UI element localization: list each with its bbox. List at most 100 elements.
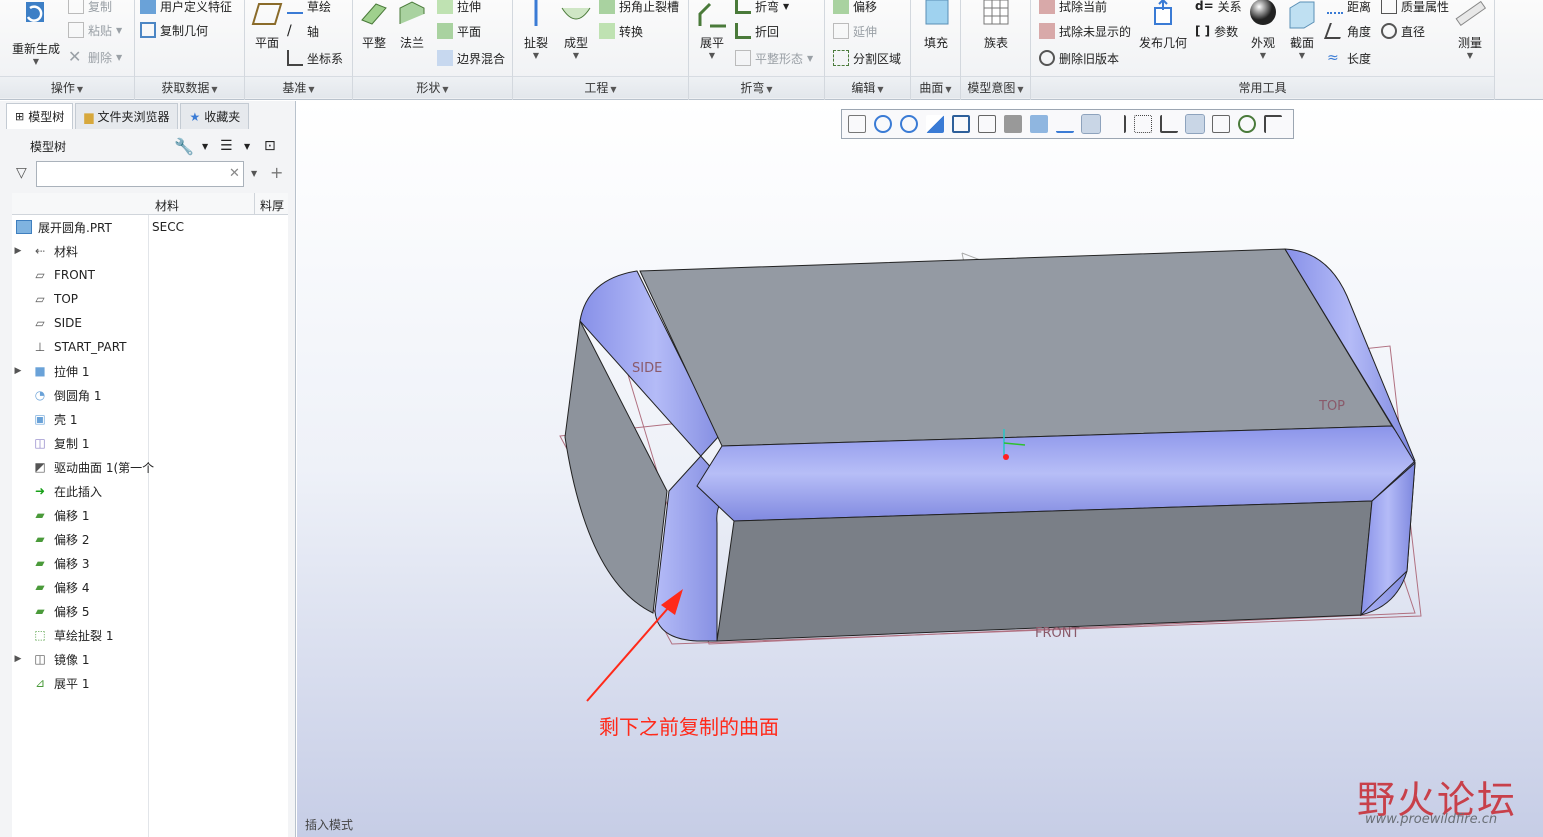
- datum-label-side[interactable]: SIDE: [632, 361, 662, 376]
- tree-item[interactable]: ▰ 偏移 5: [12, 599, 288, 623]
- tree-item[interactable]: ➜ 在此插入: [12, 479, 288, 503]
- chevron-down-icon[interactable]: ▼: [559, 51, 593, 61]
- group-label-editing[interactable]: 编辑 ▼: [825, 76, 910, 98]
- top-face[interactable]: [639, 248, 1393, 447]
- chevron-down-icon[interactable]: ▼: [519, 51, 553, 61]
- add-filter-icon[interactable]: +: [270, 163, 283, 182]
- chevron-down-icon[interactable]: ▼: [693, 51, 731, 61]
- group-label-model-intent[interactable]: 模型意图 ▼: [961, 76, 1030, 98]
- tree-item[interactable]: ▱ TOP: [12, 287, 288, 311]
- tree-item[interactable]: ▱ FRONT: [12, 263, 288, 287]
- bend-back-button[interactable]: 折回: [735, 21, 779, 41]
- erase-not-displayed-button[interactable]: 拭除未显示的: [1039, 21, 1131, 41]
- tab-folder-browser[interactable]: ▆ 文件夹浏览器: [75, 103, 179, 129]
- chevron-down-icon[interactable]: ▼: [1285, 51, 1319, 61]
- tree-item[interactable]: ⊿ 展平 1: [12, 671, 288, 695]
- parameters-button[interactable]: [ ] 参数: [1195, 21, 1238, 41]
- flat-state-button[interactable]: 平整形态 ▼: [735, 48, 813, 68]
- family-table-button[interactable]: 族表: [975, 0, 1017, 51]
- chevron-down-icon[interactable]: ▼: [1247, 51, 1279, 61]
- tree-item[interactable]: ▰ 偏移 4: [12, 575, 288, 599]
- form-button[interactable]: 成型 ▼: [559, 0, 593, 61]
- unbend-button[interactable]: 展平 ▼: [693, 0, 731, 61]
- tree-item[interactable]: ◔ 倒圆角 1: [12, 383, 288, 407]
- tree-item[interactable]: ▰ 偏移 1: [12, 503, 288, 527]
- axis-button[interactable]: / 轴: [287, 21, 319, 41]
- tree-item[interactable]: ▰ 偏移 2: [12, 527, 288, 551]
- delete-button[interactable]: ✕ 删除 ▼: [68, 47, 122, 67]
- tree-root[interactable]: 展开圆角.PRT SECC: [12, 215, 288, 239]
- filter-icon[interactable]: ▽: [16, 165, 27, 181]
- chevron-down-icon[interactable]: ▼: [8, 57, 64, 67]
- length-button[interactable]: ≈ 长度: [1327, 48, 1371, 68]
- boundary-blend-button[interactable]: 边界混合: [437, 48, 505, 68]
- group-label-datum[interactable]: 基准 ▼: [245, 76, 352, 98]
- fill-button[interactable]: 填充: [917, 0, 955, 51]
- paste-button[interactable]: 粘贴 ▼: [68, 20, 122, 40]
- chevron-down-icon[interactable]: ▼: [251, 169, 257, 178]
- expand-arrow-icon[interactable]: ▶: [12, 246, 24, 256]
- chevron-down-icon[interactable]: ▼: [244, 142, 250, 151]
- expand-arrow-icon[interactable]: ▶: [12, 654, 24, 664]
- angle-button[interactable]: 角度: [1324, 21, 1371, 41]
- show-list-icon[interactable]: ☰: [220, 138, 233, 154]
- tree-item[interactable]: ▶ ◫ 镜像 1: [12, 647, 288, 671]
- group-label-bends[interactable]: 折弯 ▼: [689, 76, 824, 98]
- expand-arrow-icon[interactable]: ▶: [12, 366, 24, 376]
- group-label-shapes[interactable]: 形状 ▼: [353, 76, 512, 98]
- group-label-common-tools[interactable]: 常用工具: [1031, 76, 1494, 98]
- tab-model-tree[interactable]: ⊞ 模型树: [6, 103, 74, 129]
- split-area-button[interactable]: 分割区域: [833, 48, 901, 68]
- corner-relief-button[interactable]: 拐角止裂槽: [599, 0, 679, 16]
- rip-button[interactable]: 扯裂 ▼: [519, 0, 553, 61]
- bend-button[interactable]: 折弯 ▼: [735, 0, 789, 16]
- clear-filter-icon[interactable]: ✕: [229, 166, 240, 181]
- group-label-engineering[interactable]: 工程 ▼: [513, 76, 688, 98]
- flange-button[interactable]: 法兰: [395, 0, 429, 51]
- tree-filter-input[interactable]: [36, 161, 244, 187]
- relations-button[interactable]: d= 关系: [1195, 0, 1242, 16]
- mass-properties-button[interactable]: 质量属性: [1381, 0, 1449, 16]
- planar-button[interactable]: 平面: [437, 21, 481, 41]
- section-button[interactable]: 截面 ▼: [1285, 0, 1319, 61]
- datum-label-front[interactable]: FRONT: [1035, 626, 1079, 641]
- tree-item[interactable]: ⊥ START_PART: [12, 335, 288, 359]
- sketch-button[interactable]: 草绘: [287, 0, 331, 16]
- group-label-get-data[interactable]: 获取数据 ▼: [135, 76, 244, 98]
- erase-current-button[interactable]: 拭除当前: [1039, 0, 1107, 16]
- regenerate-button[interactable]: 重新生成 ▼: [8, 2, 64, 67]
- csys-button[interactable]: 坐标系: [287, 48, 343, 68]
- tree-item[interactable]: ▶ ■ 拉伸 1: [12, 359, 288, 383]
- udf-button[interactable]: 用户定义特征: [140, 0, 232, 16]
- tree-item[interactable]: ◩ 驱动曲面 1(第一个: [12, 455, 288, 479]
- flat-wall-button[interactable]: 平整: [357, 0, 391, 51]
- tree-item[interactable]: ▰ 偏移 3: [12, 551, 288, 575]
- offset-button[interactable]: 偏移: [833, 0, 877, 16]
- publish-geometry-button[interactable]: 发布几何: [1137, 0, 1189, 51]
- tree-item[interactable]: ▱ SIDE: [12, 311, 288, 335]
- copy-geometry-button[interactable]: 复制几何: [140, 20, 208, 40]
- front-face[interactable]: [716, 500, 1373, 642]
- group-label-surfaces[interactable]: 曲面 ▼: [911, 76, 960, 98]
- copy-button[interactable]: 复制: [68, 0, 112, 16]
- group-label-operations[interactable]: 操作 ▼: [0, 76, 134, 98]
- measure-button[interactable]: 测量 ▼: [1451, 0, 1489, 61]
- convert-button[interactable]: 转换: [599, 21, 643, 41]
- tree-columns-icon[interactable]: ⊡: [264, 138, 276, 154]
- delete-old-versions-button[interactable]: 删除旧版本: [1039, 48, 1119, 68]
- tree-item[interactable]: ▣ 壳 1: [12, 407, 288, 431]
- settings-tools-icon[interactable]: 🔧: [174, 137, 194, 156]
- tree-item[interactable]: ⬚ 草绘扯裂 1: [12, 623, 288, 647]
- model-canvas[interactable]: SIDE TOP FRONT: [297, 101, 1543, 837]
- datum-label-top[interactable]: TOP: [1318, 399, 1345, 414]
- extend-button[interactable]: 延伸: [833, 21, 877, 41]
- extrude-button[interactable]: 拉伸: [437, 0, 481, 16]
- datum-plane-button[interactable]: 平面: [249, 0, 285, 51]
- tab-favorites[interactable]: ★ 收藏夹: [180, 103, 250, 129]
- diameter-button[interactable]: 直径: [1381, 21, 1425, 41]
- appearance-button[interactable]: 外观 ▼: [1247, 0, 1279, 61]
- column-material[interactable]: 材料: [155, 197, 179, 214]
- tree-item[interactable]: ◫ 复制 1: [12, 431, 288, 455]
- column-thickness[interactable]: 料厚: [260, 197, 284, 214]
- distance-button[interactable]: 距离: [1327, 0, 1371, 16]
